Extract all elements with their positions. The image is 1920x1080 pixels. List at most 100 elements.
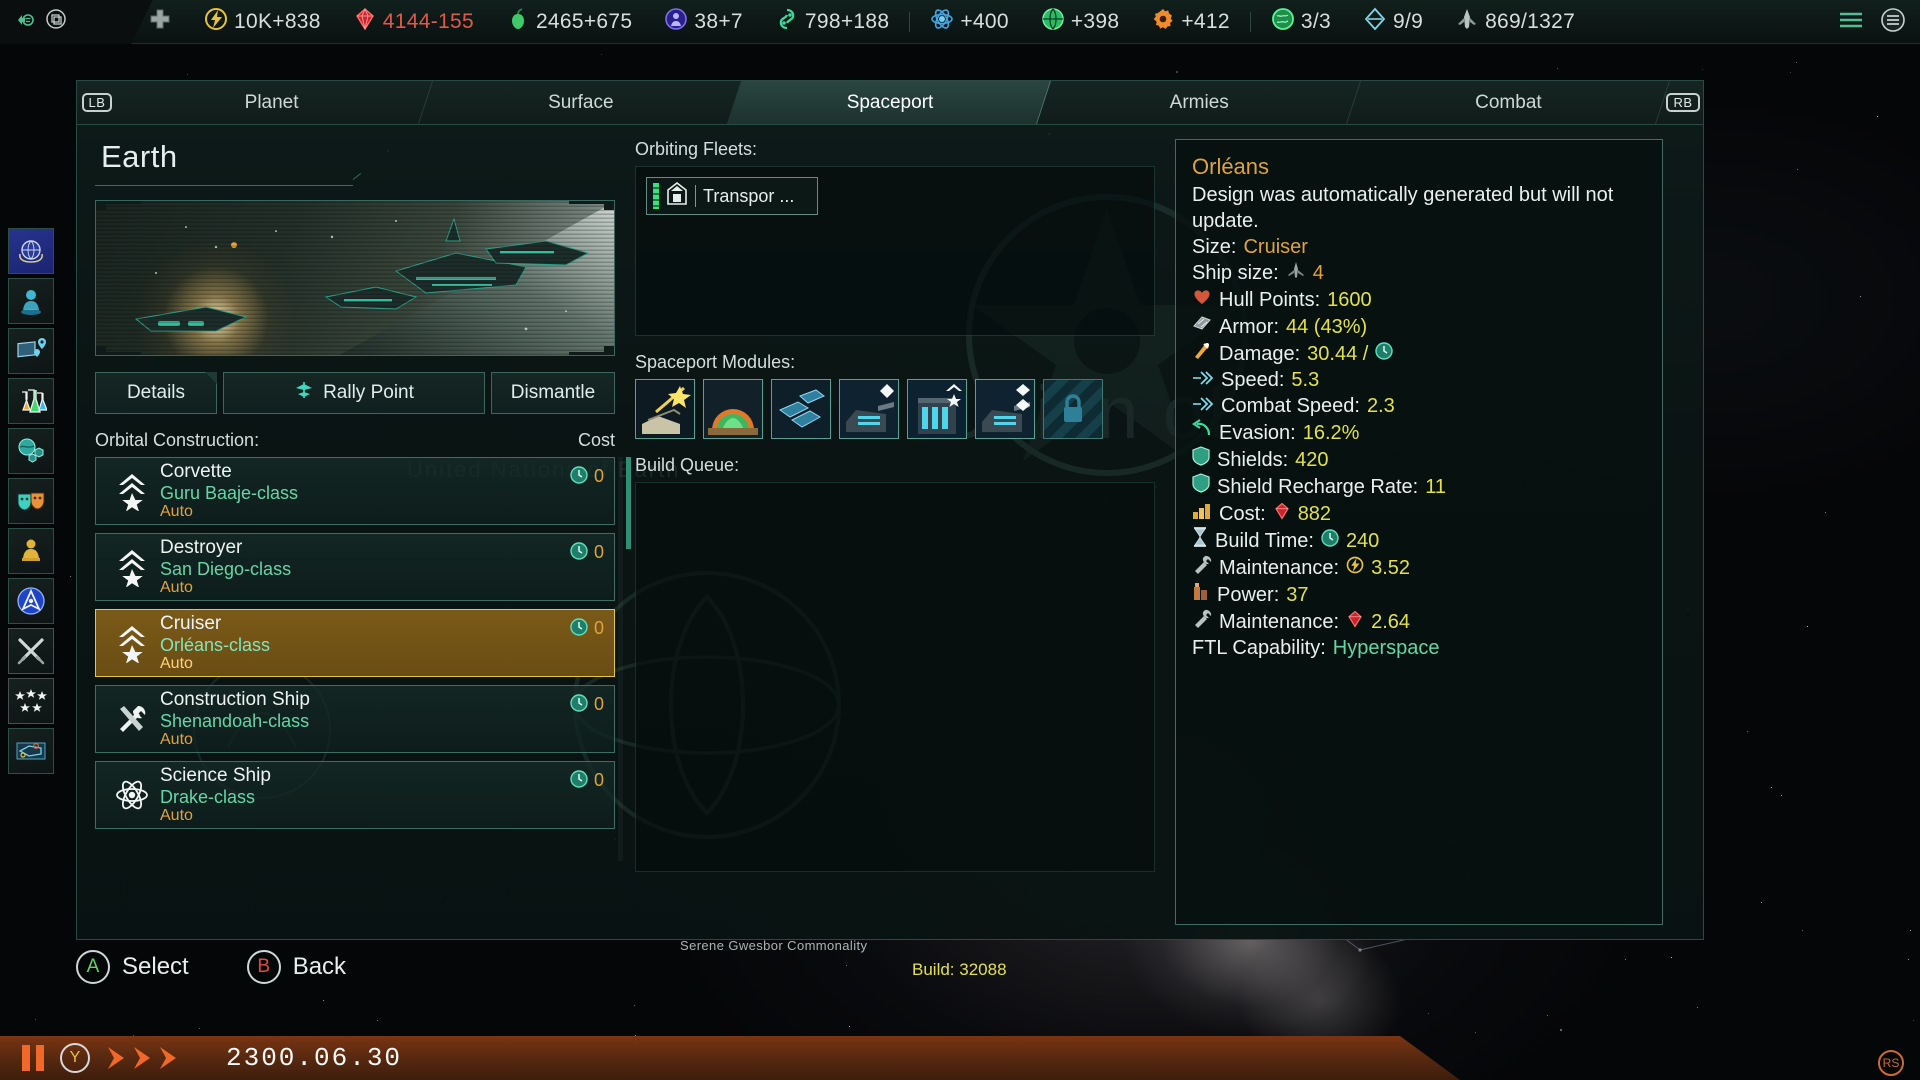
fast-forward-icon[interactable] <box>106 1045 196 1071</box>
food-resource[interactable]: 2465+675 <box>490 7 648 36</box>
sidebar-item-situation-log[interactable] <box>8 328 54 374</box>
cost-column-header: Cost <box>577 430 615 450</box>
hint-select[interactable]: A Select <box>76 950 189 984</box>
minerals-gem-icon <box>1346 609 1364 635</box>
stat-evasion: Evasion: 16.2% <box>1192 419 1646 446</box>
colonies-counter[interactable]: 3/3 <box>1255 7 1347 36</box>
list-scroll-track[interactable] <box>618 457 631 861</box>
sidebar-item-research[interactable] <box>8 378 54 424</box>
transport-ship-icon <box>666 181 688 211</box>
layers-icon[interactable] <box>45 8 67 35</box>
options-circle-icon[interactable] <box>1880 7 1906 38</box>
sidebar-item-ship-designer[interactable] <box>8 728 54 774</box>
minerals-resource[interactable]: 4144-155 <box>337 7 490 36</box>
armor-plate-icon <box>1192 313 1212 340</box>
build-item-corvette[interactable]: Corvette Guru Baaje-class Auto 0 <box>95 457 615 525</box>
damage-icon <box>1192 340 1212 367</box>
health-resource[interactable] <box>132 7 188 36</box>
orbital-construction-header: Orbital Construction: Cost <box>95 430 615 451</box>
build-queue-box[interactable] <box>635 482 1155 872</box>
engineering-research[interactable]: +412 <box>1135 7 1246 36</box>
module-slot-hangar-bay[interactable] <box>907 379 967 439</box>
time-clock-icon <box>570 542 588 565</box>
build-item-construction-ship[interactable]: Construction Ship Shenandoah-class Auto 0 <box>95 685 615 753</box>
module-slot-gun-battery-1[interactable] <box>839 379 899 439</box>
module-slot-solar-panels[interactable] <box>771 379 831 439</box>
sidebar-item-planets[interactable] <box>8 428 54 474</box>
physics-value: +400 <box>960 9 1009 33</box>
sidebar-item-federation[interactable] <box>8 578 54 624</box>
hourglass-icon <box>1192 527 1208 554</box>
fleet-chip-transport[interactable]: Transpor ... <box>646 177 818 215</box>
menu-lines-icon[interactable] <box>1838 9 1864 36</box>
time-clock-icon <box>570 466 588 489</box>
unity-resource[interactable]: 798+188 <box>759 7 905 36</box>
society-research[interactable]: +398 <box>1025 7 1136 36</box>
orbiting-fleets-box: Transpor ... <box>635 166 1155 336</box>
stat-label: Power: <box>1217 584 1280 606</box>
module-slot-shipyard[interactable] <box>635 379 695 439</box>
build-item-cruiser[interactable]: Cruiser Orléans-class Auto 0 <box>95 609 615 677</box>
tab-surface[interactable]: Surface <box>419 81 743 124</box>
right-bumper-hint[interactable]: RB <box>1663 81 1703 124</box>
module-slot-gun-battery-2[interactable] <box>975 379 1035 439</box>
build-item-cost: 0 <box>570 694 604 717</box>
chevrons-star-icon <box>106 623 158 663</box>
hangar-bay-module-icon <box>908 380 966 438</box>
pause-icon[interactable] <box>22 1045 44 1071</box>
module-badge-chevron-star <box>945 383 963 418</box>
physics-research[interactable]: +400 <box>914 7 1025 36</box>
list-scroll-thumb[interactable] <box>626 457 631 549</box>
details-button[interactable]: Details <box>95 372 217 414</box>
sidebar-item-diplomacy[interactable] <box>8 478 54 524</box>
tab-armies[interactable]: Armies <box>1037 81 1361 124</box>
spaceport-modules-header: Spaceport Modules: <box>635 352 796 372</box>
physics-atom-icon <box>930 7 954 36</box>
stat-value: 5.3 <box>1291 369 1320 391</box>
hint-select-label: Select <box>122 953 189 980</box>
chevrons-star-icon <box>106 471 158 511</box>
button-hints: A Select B Back <box>76 950 346 984</box>
engineering-gear-icon <box>1151 7 1175 36</box>
button-notch <box>205 372 217 384</box>
build-item-cost-value: 0 <box>593 770 604 790</box>
tab-planet[interactable]: Planet <box>110 81 434 124</box>
influence-resource[interactable]: 38+7 <box>648 7 759 36</box>
evasion-arrow-icon <box>1192 419 1212 446</box>
y-button-icon[interactable]: Y <box>60 1043 90 1073</box>
build-item-cost: 0 <box>570 466 604 489</box>
sidebar-item-war[interactable] <box>8 628 54 674</box>
starbase-counter[interactable]: 9/9 <box>1347 7 1439 36</box>
build-item-cost: 0 <box>570 618 604 641</box>
minerals-value: 4144-155 <box>382 9 474 33</box>
energy-bolt-icon <box>1346 555 1364 581</box>
build-item-auto: Auto <box>160 730 193 748</box>
module-slot-locked[interactable] <box>1043 379 1103 439</box>
dismantle-button[interactable]: Dismantle <box>491 372 615 414</box>
sidebar-item-species[interactable] <box>8 528 54 574</box>
naval-capacity[interactable]: 869/1327 <box>1439 7 1591 36</box>
build-item-science-ship[interactable]: Science Ship Drake-class Auto 0 <box>95 761 615 829</box>
tab-combat[interactable]: Combat <box>1346 81 1671 124</box>
module-slot-crew-quarters[interactable] <box>703 379 763 439</box>
ship-details-panel: Orléans Design was automatically generat… <box>1175 139 1663 925</box>
stat-shields: Shields: 420 <box>1192 446 1646 473</box>
stat-label: Ship size: <box>1192 262 1279 284</box>
migration-icon[interactable] <box>14 8 36 35</box>
panel-content: Union of United Nations of Earth Earth <box>77 125 1703 941</box>
hint-back[interactable]: B Back <box>246 950 346 984</box>
energy-resource[interactable]: 10K+838 <box>188 7 337 36</box>
stat-label: Armor: <box>1219 316 1279 338</box>
sidebar-item-leaders[interactable] <box>8 278 54 324</box>
sidebar-item-empire[interactable] <box>8 228 54 274</box>
build-item-auto: Auto <box>160 578 193 596</box>
rs-bumper-badge[interactable]: RS <box>1878 1050 1904 1076</box>
rally-point-button[interactable]: Rally Point <box>223 372 485 414</box>
build-item-destroyer[interactable]: Destroyer San Diego-class Auto 0 <box>95 533 615 601</box>
stat-value: 2.64 <box>1371 611 1411 633</box>
sidebar-item-traditions[interactable] <box>8 678 54 724</box>
federation-emblem-icon <box>15 585 47 617</box>
energy-value: 10K+838 <box>234 9 321 33</box>
tab-spaceport[interactable]: Spaceport <box>728 81 1052 124</box>
build-number-label: Build: 32088 <box>912 960 1007 979</box>
